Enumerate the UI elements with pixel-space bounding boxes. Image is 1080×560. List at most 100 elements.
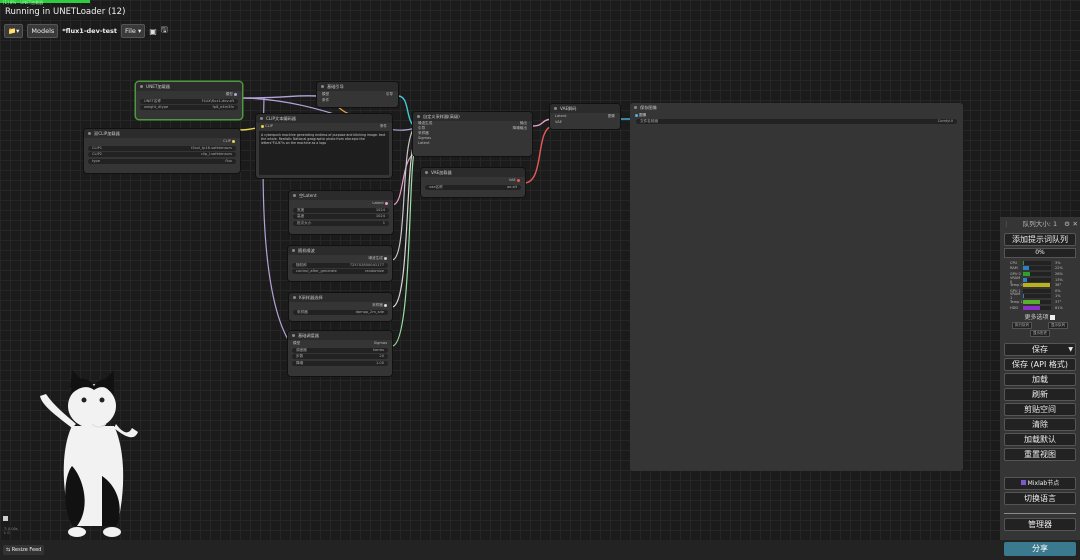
cat-pet-image[interactable] [32, 366, 142, 540]
share-button[interactable]: 分享 [1004, 542, 1076, 556]
fps-text: T: 0.00s I: 0 [4, 527, 18, 535]
fps-line: I: 0 [4, 531, 10, 535]
meter-value: 1% [1055, 294, 1061, 299]
node-dual-clip-loader[interactable]: 双CLIP加载器 CLIP CLIP1 t5xxl_fp16.safetensor… [84, 129, 240, 173]
output-slot[interactable] [517, 178, 520, 182]
meter-bar [1023, 288, 1051, 293]
view-queue-button[interactable]: 执行队列 [1012, 322, 1032, 330]
node-title[interactable]: UNET加载器 [136, 82, 242, 91]
widget-sampler-name[interactable]: 采样器 dpmpp_2m_sde [293, 309, 388, 315]
widget-unet-name[interactable]: UNET名称 FLUX\flux1-dev.sft [140, 98, 238, 104]
switch-language-button[interactable]: 切换语言 [1004, 492, 1076, 506]
node-title[interactable]: 空Latent [289, 191, 393, 200]
node-basic-guider[interactable]: 基础引导 模型 引导 条件 [317, 82, 398, 107]
widget-denoise[interactable]: 降噪 1.00 [292, 360, 388, 366]
node-title[interactable]: CLIP文本编码器 [256, 114, 392, 123]
widget-weight-dtype[interactable]: weight_dtype fp8_e4m3fn [140, 105, 238, 110]
node-title[interactable]: VAE加载器 [421, 168, 525, 177]
save-api-button[interactable]: 保存 (API 格式) [1004, 358, 1076, 372]
widget-value: ComfyUI [937, 119, 953, 123]
corner-icon[interactable] [3, 516, 8, 521]
node-ksampler-select[interactable]: K采样器选择 采样器 采样器 dpmpp_2m_sde [289, 293, 392, 321]
output-slot[interactable] [384, 303, 387, 307]
node-basic-scheduler[interactable]: 基础调度器 模型 Sigmas 调度器 karras 步数 20 降噪 1.00 [288, 331, 392, 376]
widget-clip1[interactable]: CLIP1 t5xxl_fp16.safetensors [88, 145, 236, 151]
widget-filename-prefix[interactable]: 文件名前缀 ComfyUI [636, 119, 957, 124]
drag-handle-icon[interactable]: ⋮ [1003, 217, 1010, 231]
node-random-noise[interactable]: 随机噪波 噪波生成 随机种 725702850041177 control_aft… [288, 246, 392, 281]
widget-control-after-generate[interactable]: control_after_generate randomize [292, 269, 388, 274]
prompt-textarea[interactable]: A cyberpunk machine generating endless o… [259, 131, 389, 175]
output-slot[interactable] [385, 201, 388, 205]
node-save-image[interactable]: 保存图像 图像 文件名前缀 ComfyUI [630, 103, 963, 471]
node-title[interactable]: 双CLIP加载器 [84, 129, 240, 138]
checkbox[interactable] [1050, 315, 1056, 321]
queue-prompt-button[interactable]: 添加提示词队列 [1004, 233, 1076, 246]
widget-scheduler[interactable]: 调度器 karras [292, 347, 388, 353]
node-title[interactable]: 基础调度器 [288, 331, 392, 340]
manager-button[interactable]: 管理器 [1004, 518, 1076, 532]
widget-label: 批次大小 [297, 220, 312, 225]
output-label: CLIP [223, 139, 231, 143]
mixlab-label: Mixlab节点 [1027, 480, 1060, 488]
node-empty-latent[interactable]: 空Latent Latent 宽度 1024 高度 1024 批次大小 1 [289, 191, 393, 234]
node-title[interactable]: VAE解码 [550, 104, 620, 113]
output-label: 模型 [225, 92, 233, 96]
widget-label: 随机种 [296, 262, 307, 267]
reset-view-button[interactable]: 重置视图 [1004, 448, 1076, 462]
widget-batch-size[interactable]: 批次大小 1 [293, 220, 389, 226]
progress-text: 0% [1004, 248, 1076, 258]
file-menu-button[interactable]: File ▾ [121, 24, 146, 38]
node-title[interactable]: 基础引导 [317, 82, 398, 91]
meter-label: Temp 0 [1010, 283, 1023, 288]
node-vae-loader[interactable]: VAE加载器 VAE vae名称 ae.sft [421, 168, 525, 197]
folder-icon[interactable]: 📁▾ [4, 24, 24, 38]
node-unet-loader[interactable]: UNET加载器 模型 UNET名称 FLUX\flux1-dev.sft weig… [136, 82, 242, 119]
widget-height[interactable]: 高度 1024 [293, 214, 389, 219]
close-icon[interactable]: ✕ [1073, 217, 1078, 231]
node-title[interactable]: 随机噪波 [288, 246, 392, 255]
widget-clip2[interactable]: CLIP2 clip_l.safetensors [88, 152, 236, 157]
node-vae-decode[interactable]: VAE解码 Latent 图像 VAE [550, 104, 620, 129]
meter-row: RAM 22% [1010, 266, 1072, 272]
output-label: 条件 [379, 124, 387, 128]
widget-vae-name[interactable]: vae名称 ae.sft [425, 184, 521, 190]
chevron-down-icon[interactable]: ▼ [1068, 344, 1073, 355]
load-default-button[interactable]: 加载默认 [1004, 433, 1076, 447]
save-icon[interactable]: 🖫 [161, 24, 168, 38]
view-history-button[interactable]: 显示历史 [1030, 330, 1050, 338]
save-button[interactable]: 保存 ▼ [1004, 343, 1076, 357]
meter-row: HDD 61% [1010, 305, 1072, 311]
image-icon[interactable]: ▣ [149, 27, 157, 36]
gear-icon[interactable]: ⚙ [1064, 217, 1070, 231]
load-button[interactable]: 加载 [1004, 373, 1076, 387]
output-slot[interactable] [384, 256, 387, 260]
node-title[interactable]: 保存图像 [630, 103, 963, 112]
widget-steps[interactable]: 步数 20 [292, 354, 388, 359]
models-button[interactable]: Models [27, 24, 59, 38]
node-title[interactable]: 自定义采样器(高级) [413, 112, 532, 121]
output-slot[interactable] [234, 92, 237, 96]
clear-button[interactable]: 清除 [1004, 418, 1076, 432]
meter-bar [1023, 266, 1051, 271]
workflow-name[interactable]: *flux1-dev-test [62, 27, 117, 35]
widget-value: randomize [364, 269, 384, 273]
resize-feed-button[interactable]: ⇆ Resize Feed [3, 545, 45, 555]
node-sampler-custom-advanced[interactable]: 自定义采样器(高级) 噪波生成 输出 引导 降噪输出 采样器 Sigmas Late… [413, 112, 532, 156]
show-queue-button[interactable]: 显示队列 [1048, 322, 1068, 330]
input-slot[interactable] [635, 113, 638, 117]
widget-type[interactable]: type flux [88, 158, 236, 164]
meter-fill [1023, 277, 1027, 282]
clipspace-button[interactable]: 剪贴空间 [1004, 403, 1076, 417]
widget-noise-seed[interactable]: 随机种 725702850041177 [292, 262, 388, 268]
node-title[interactable]: K采样器选择 [289, 293, 392, 302]
mixlab-button[interactable]: Mixlab节点 [1004, 477, 1076, 491]
widget-value: 725702850041177 [349, 262, 384, 267]
widget-value: FLUX\flux1-dev.sft [201, 98, 234, 103]
widget-width[interactable]: 宽度 1024 [293, 207, 389, 213]
output-slot[interactable] [232, 139, 235, 143]
refresh-button[interactable]: 刷新 [1004, 388, 1076, 402]
node-clip-text-encode[interactable]: CLIP文本编码器 CLIP 条件 A cyberpunk machine gen… [256, 114, 392, 178]
more-options[interactable]: 更多选项 [1000, 312, 1080, 321]
input-slot[interactable] [261, 124, 264, 128]
